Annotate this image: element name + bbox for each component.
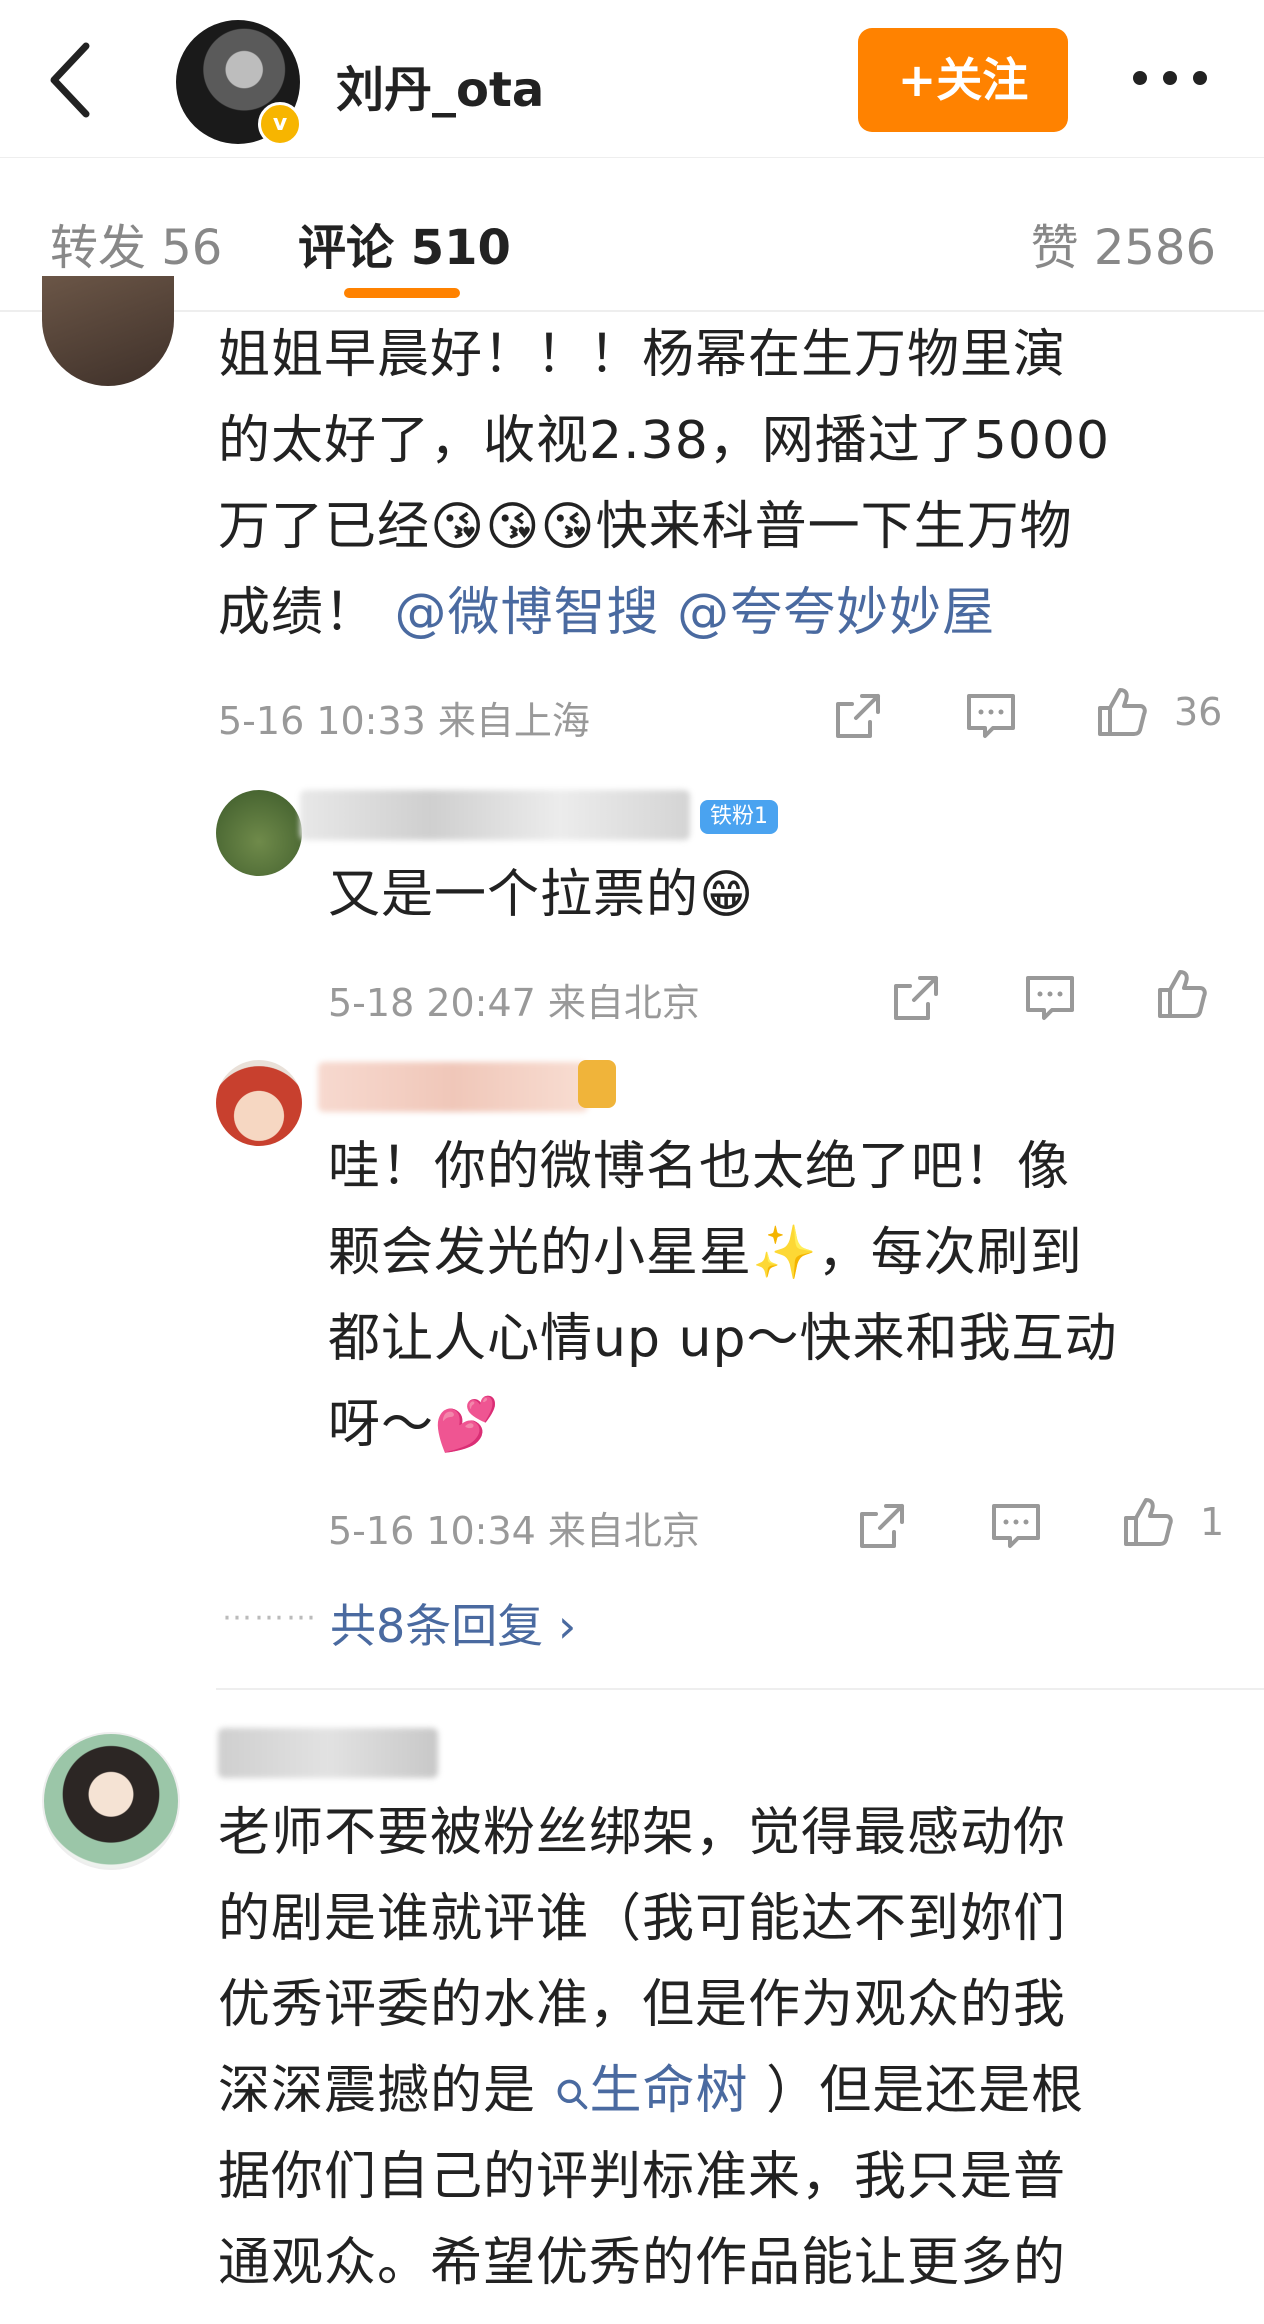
blurred-username[interactable] [218, 1728, 438, 1778]
level-badge-icon [578, 1060, 616, 1108]
comment-text-line: 据你们自己的评判标准来，我只是普 [218, 2147, 1067, 2207]
share-icon[interactable] [854, 1498, 910, 1554]
fan-badge: 铁粉1 [700, 800, 778, 834]
like-count: 36 [1174, 690, 1223, 734]
like-icon[interactable] [1120, 1494, 1176, 1550]
comment-meta: 5-16 10:33 来自上海 [218, 699, 590, 743]
reply-text-line: 哇！你的微博名也太绝了吧！像 [328, 1137, 1071, 1197]
verified-badge-icon: v [258, 102, 302, 146]
avatar[interactable] [42, 276, 174, 386]
comment-text-line: 万了已经😘😘😘快来科普一下生万物 [218, 497, 1073, 557]
thread-dots: ⋯⋯⋯ [222, 1600, 318, 1635]
search-topic-text: 生命树 [589, 2061, 749, 2121]
comment-text-line: 通观众。希望优秀的作品能让更多的 [218, 2233, 1067, 2293]
active-tab-indicator [344, 288, 460, 298]
top-bar: v 刘丹_ota +关注 [0, 0, 1264, 158]
comment-text: 深深震撼的是 [218, 2061, 537, 2121]
like-icon[interactable] [1154, 966, 1210, 1022]
comment-text: 成绩！ [218, 583, 378, 643]
comment-icon[interactable] [963, 688, 1019, 744]
tab-bar: 转发 56 评论 510 赞 2586 [0, 158, 1264, 312]
follow-button[interactable]: +关注 [858, 28, 1068, 132]
comment-icon[interactable] [1022, 970, 1078, 1026]
reply-text-line: 都让人心情up up～快来和我互动 [328, 1309, 1118, 1369]
comment-text-line: 老师不要被粉丝绑架，觉得最感动你 [218, 1803, 1067, 1863]
mention-link[interactable]: @夸夸妙妙屋 [677, 583, 995, 643]
reply-text-line: 呀～💕 [328, 1395, 500, 1455]
like-icon[interactable] [1094, 684, 1150, 740]
share-icon[interactable] [888, 970, 944, 1026]
comment-text-line: 成绩！ @微博智搜 @夸夸妙妙屋 [218, 570, 995, 656]
comment-text-line: 姐姐早晨好！！！杨幂在生万物里演 [218, 325, 1067, 385]
tab-comments[interactable]: 评论 510 [298, 208, 511, 278]
back-icon[interactable] [44, 38, 104, 122]
reply-text: 又是一个拉票的😁 [328, 865, 755, 925]
like-count: 1 [1200, 1500, 1225, 1544]
username[interactable]: 刘丹_ota [336, 50, 544, 120]
reply-meta: 5-16 10:34 来自北京 [328, 1509, 700, 1553]
reply-meta: 5-18 20:47 来自北京 [328, 981, 700, 1025]
search-icon [557, 2079, 587, 2110]
avatar[interactable] [216, 1060, 302, 1146]
comment-divider [216, 1688, 1264, 1690]
avatar[interactable] [42, 1732, 180, 1870]
search-topic-link[interactable]: 生命树 [554, 2061, 767, 2121]
tab-repost[interactable]: 转发 56 [50, 208, 222, 278]
comment-text: ）但是还是根 [766, 2061, 1085, 2121]
more-icon[interactable] [1130, 66, 1210, 90]
more-replies-link[interactable]: 共8条回复 › [330, 1590, 576, 1656]
comment-text-line: 的剧是谁就评谁（我可能达不到妳们 [218, 1889, 1067, 1949]
share-icon[interactable] [830, 688, 886, 744]
tab-likes[interactable]: 赞 2586 [1031, 208, 1216, 278]
avatar[interactable] [216, 790, 302, 876]
comment-text-line: 优秀评委的水准，但是作为观众的我 [218, 1975, 1067, 2035]
comment-icon[interactable] [988, 1498, 1044, 1554]
blurred-username[interactable] [300, 790, 690, 840]
reply-text-line: 颗会发光的小星星✨，每次刷到 [328, 1223, 1083, 1283]
mention-link[interactable]: @微博智搜 [395, 583, 660, 643]
comment-text-line: 深深震撼的是 生命树 ）但是还是根 [218, 2048, 1084, 2134]
comment-text-line: 的太好了，收视2.38，网播过了5000 [218, 411, 1111, 471]
blurred-username[interactable] [318, 1062, 588, 1112]
